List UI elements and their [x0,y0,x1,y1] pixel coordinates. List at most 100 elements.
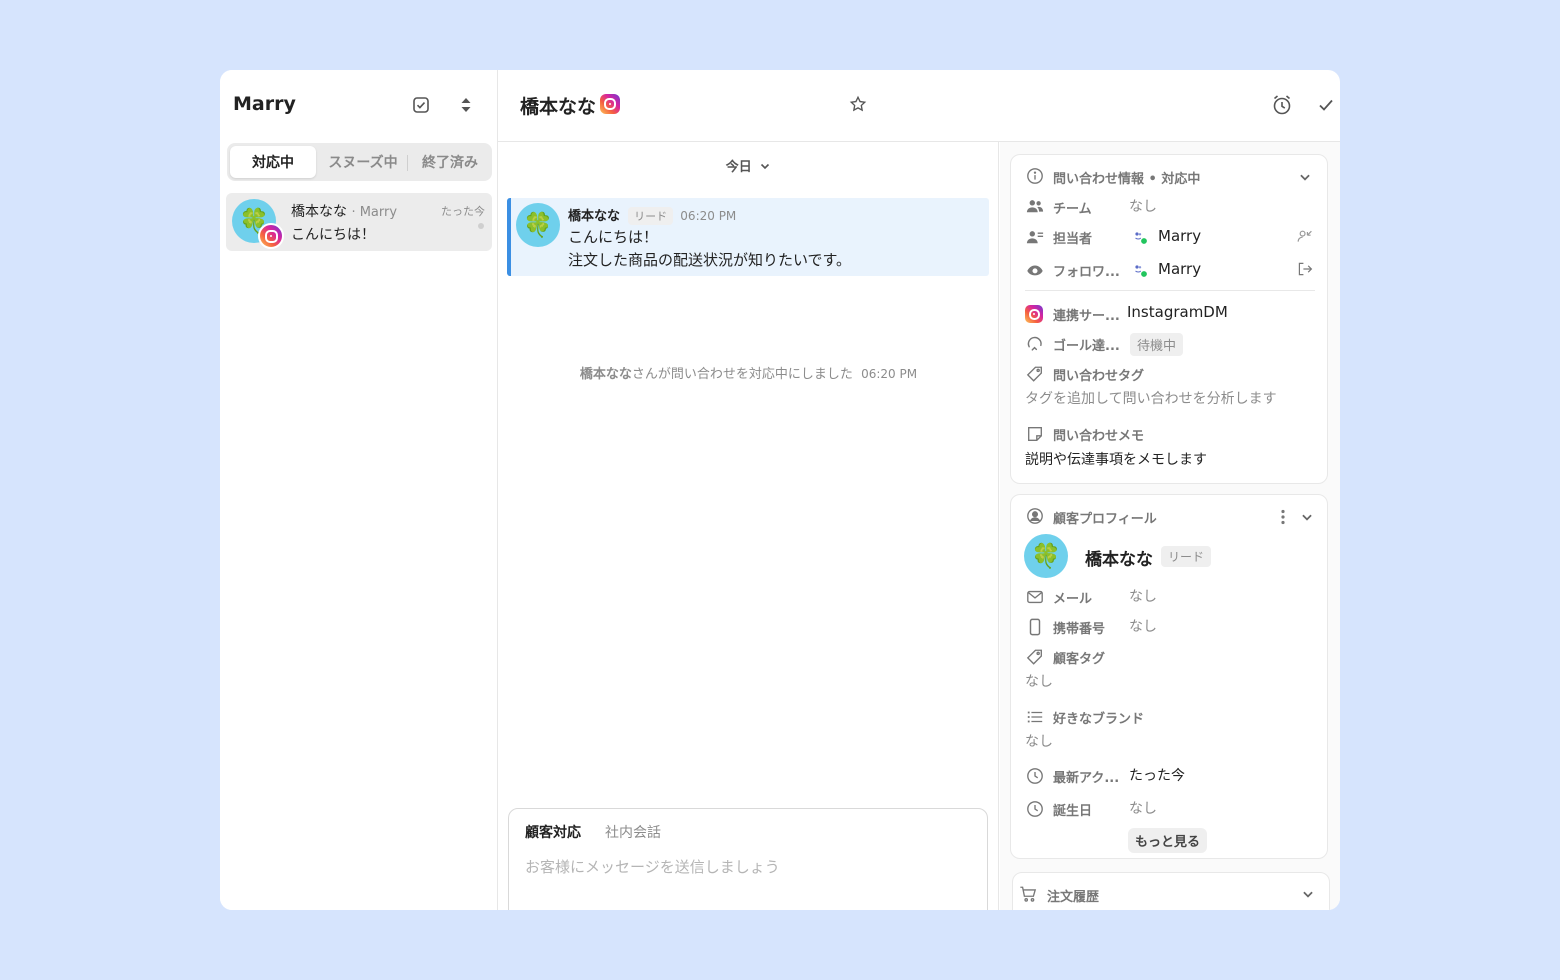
profile-title: 顧客プロフィール [1053,512,1157,527]
goal-icon [1025,334,1045,354]
email-label: メール [1053,592,1093,607]
brand-label: 好きなブランド [1053,712,1145,727]
mobile-icon [1025,617,1045,637]
conversation-preview: こんにちは！ [291,227,375,243]
assign-to-me-icon[interactable] [1291,222,1319,250]
goal-status-badge[interactable]: 待機中 [1130,333,1184,356]
team-label: チーム [1053,202,1092,217]
message-line-1: こんにちは！ [568,228,659,246]
app-window: Marry 対応中 スヌーズ中 終了済み 🍀 橋本なな · Marry たった今… [220,70,1340,910]
show-more-button[interactable]: もっと見る [1128,828,1208,853]
message-avatar: 🍀 [516,203,560,247]
tab-internal-chat[interactable]: 社内会話 [605,822,661,842]
last-active-label: 最新アク... [1053,771,1120,786]
system-event: 橋本ななさんが問い合わせを対応中にしました 06:20 PM [498,363,999,382]
tab-snoozed[interactable]: スヌーズ中 [320,146,406,178]
order-history-section[interactable]: 注文履歴 [1012,872,1330,910]
phone-label: 携帯番号 [1053,622,1106,637]
star-icon[interactable] [844,90,872,118]
message-bubble[interactable]: 🍀 橋本なな リード 06:20 PM こんにちは！ 注文した商品の配送状況が知… [507,198,989,276]
last-active-value: たった今 [1129,768,1185,784]
memo-icon [1025,424,1045,444]
team-value[interactable]: なし [1129,196,1157,216]
channel-value: InstagramDM [1127,303,1228,321]
details-panel: 問い合わせ情報 • 対応中 チーム なし 担当者 Marry フォロワ... M… [1000,142,1340,910]
header-contact-name: 橋本なな [520,96,597,118]
conversation-list-item[interactable]: 🍀 橋本なな · Marry たった今 こんにちは！ [226,193,492,251]
assignee-value[interactable]: Marry [1158,227,1201,245]
conversation-time: たった今 [441,205,485,218]
main-area: 橋本なな 今日 🍀 橋本なな リード 06:20 PM こんにちは！ 注文した商… [498,70,1340,910]
message-composer: 顧客対応 社内会話 お客様にメッセージを送信しましょう [508,808,988,910]
assignee-icon [1025,227,1045,247]
inquiry-title: 問い合わせ情報 • 対応中 [1053,172,1201,187]
tab-closed[interactable]: 終了済み [408,146,492,178]
message-input[interactable]: お客様にメッセージを送信しましょう [525,856,780,877]
customer-tag-icon [1025,647,1045,667]
resolve-check-icon[interactable] [1312,91,1340,119]
follower-label: フォロワ... [1053,265,1120,280]
collapse-orders-icon[interactable] [1301,886,1317,902]
workspace-title: Marry [233,93,296,115]
sort-icon[interactable] [452,91,480,119]
birthday-value[interactable]: なし [1129,798,1157,818]
tag-icon [1025,364,1045,384]
unread-dot [478,223,484,229]
profile-avatar: 🍀 [1024,534,1068,578]
email-value[interactable]: なし [1129,586,1157,606]
conversation-contact-name: 橋本なな [291,204,347,220]
order-history-title: 注文履歴 [1047,890,1100,905]
mail-icon [1025,587,1045,607]
status-tabs: 対応中 スヌーズ中 終了済み [227,143,492,181]
chat-panel: 今日 🍀 橋本なな リード 06:20 PM こんにちは！ 注文した商品の配送状… [498,142,999,910]
eye-icon [1025,260,1045,280]
profile-lead-tag[interactable]: リード [1161,546,1212,567]
tab-in-progress[interactable]: 対応中 [230,146,316,178]
profile-name: 橋本なな [1085,550,1153,570]
conversation-assignee: · Marry [351,205,398,220]
collapse-inquiry-icon[interactable] [1291,163,1319,191]
system-event-time: 06:20 PM [861,367,918,381]
customer-tag-label: 顧客タグ [1053,652,1106,667]
follower-avatar [1131,261,1149,279]
conversation-sidebar: Marry 対応中 スヌーズ中 終了済み 🍀 橋本なな · Marry たった今… [220,70,498,910]
system-event-actor: 橋本なな [579,367,632,382]
message-sender: 橋本なな [568,209,621,224]
assignee-avatar [1131,228,1149,246]
cart-icon [1019,885,1039,905]
brand-value[interactable]: なし [1025,731,1053,751]
info-icon [1025,166,1045,186]
channel-label: 連携サー... [1053,309,1120,324]
goal-label: ゴール達... [1053,339,1120,354]
snooze-clock-icon[interactable] [1268,91,1296,119]
message-line-2: 注文した商品の配送状況が知りたいです。 [568,251,852,269]
customer-profile-card: 顧客プロフィール 🍀 橋本なな リード メール なし 携帯番号 なし 顧客タグ … [1010,494,1328,859]
inquiry-info-card: 問い合わせ情報 • 対応中 チーム なし 担当者 Marry フォロワ... M… [1010,154,1328,484]
memo-input[interactable]: 説明や伝達事項をメモします [1025,449,1207,469]
instagram-icon [258,223,284,249]
header-instagram-icon [600,94,620,114]
assignee-label: 担当者 [1053,232,1093,247]
inquiry-tag-label: 問い合わせタグ [1053,369,1145,384]
date-divider[interactable]: 今日 [498,156,999,176]
channel-instagram-icon [1025,305,1043,323]
card-divider [1025,290,1315,291]
birthday-label: 誕生日 [1053,804,1093,819]
system-event-text: さんが問い合わせを対応中にしました [631,367,853,382]
tab-customer-reply[interactable]: 顧客対応 [525,822,581,842]
unfollow-icon[interactable] [1291,255,1319,283]
phone-value[interactable]: なし [1129,616,1157,636]
inquiry-tag-input[interactable]: タグを追加して問い合わせを分析します [1025,388,1277,408]
birthday-clock-icon [1025,799,1045,819]
message-time: 06:20 PM [680,209,737,223]
list-icon [1025,707,1045,727]
message-lead-tag: リード [628,207,674,225]
select-checkbox-icon[interactable] [407,91,435,119]
follower-value[interactable]: Marry [1158,260,1201,278]
chevron-down-icon [759,160,771,176]
last-active-clock-icon [1025,766,1045,786]
customer-tag-value[interactable]: なし [1025,671,1053,691]
team-icon [1025,196,1045,216]
collapse-profile-icon[interactable] [1293,503,1321,531]
memo-label: 問い合わせメモ [1053,429,1145,444]
